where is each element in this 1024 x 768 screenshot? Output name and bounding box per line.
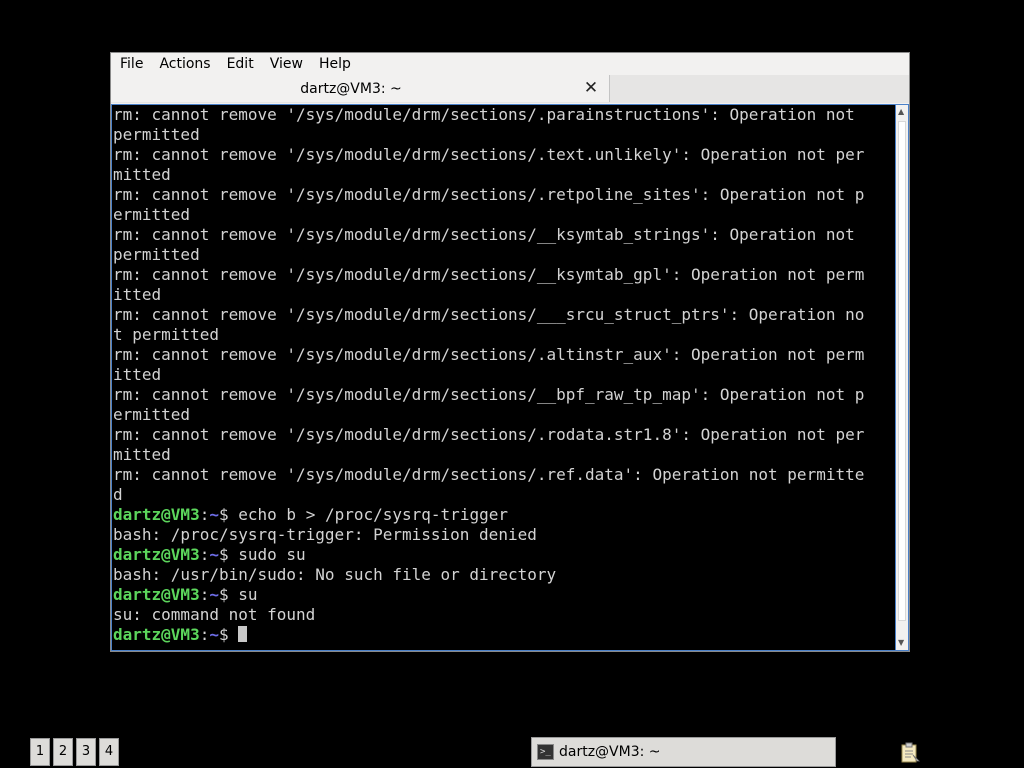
prompt-path: ~: [209, 585, 219, 604]
terminal-line: mitted: [113, 165, 171, 184]
tab-title: dartz@VM3: ~: [300, 81, 402, 97]
terminal-output: rm: cannot remove '/sys/module/drm/secti…: [113, 105, 864, 645]
terminal-line: t permitted: [113, 325, 219, 344]
prompt-line: dartz@VM3:~$ sudo su: [113, 545, 306, 564]
text-cursor: [238, 626, 248, 642]
prompt-symbol: $: [218, 625, 229, 644]
terminal-line: rm: cannot remove '/sys/module/drm/secti…: [113, 385, 865, 404]
terminal-line: ermitted: [113, 405, 191, 424]
tab-terminal[interactable]: dartz@VM3: ~ ✕: [111, 75, 610, 102]
prompt-user: dartz@VM3: [113, 505, 200, 524]
menu-view[interactable]: View: [261, 53, 310, 75]
terminal-window: File Actions Edit View Help dartz@VM3: ~…: [110, 52, 910, 652]
terminal-line: bash: /usr/bin/sudo: No such file or dir…: [113, 565, 557, 584]
prompt-symbol: $: [218, 545, 229, 564]
terminal-line: rm: cannot remove '/sys/module/drm/secti…: [113, 345, 865, 364]
terminal-line: rm: cannot remove '/sys/module/drm/secti…: [113, 425, 865, 444]
scroll-up-icon[interactable]: ▲: [898, 107, 904, 117]
prompt-user: dartz@VM3: [113, 585, 200, 604]
terminal-line: rm: cannot remove '/sys/module/drm/secti…: [113, 105, 855, 124]
scrollbar-thumb[interactable]: [898, 121, 906, 621]
terminal-line: rm: cannot remove '/sys/module/drm/secti…: [113, 185, 865, 204]
workspace-1-button[interactable]: 1: [30, 738, 50, 766]
terminal-line: d: [113, 485, 123, 504]
prompt-command: echo b > /proc/sysrq-trigger: [228, 505, 508, 524]
terminal-line: rm: cannot remove '/sys/module/drm/secti…: [113, 465, 865, 484]
workspace-3-button[interactable]: 3: [76, 738, 96, 766]
scrollbar[interactable]: ▲ ▼: [896, 104, 909, 651]
terminal-line: su: command not found: [113, 605, 316, 624]
taskbar-window-label: dartz@VM3: ~: [559, 744, 661, 760]
menu-edit[interactable]: Edit: [218, 53, 261, 75]
workspace-2-button[interactable]: 2: [53, 738, 73, 766]
terminal-line: rm: cannot remove '/sys/module/drm/secti…: [113, 145, 865, 164]
prompt-line: dartz@VM3:~$ su: [113, 585, 258, 604]
prompt-path: ~: [209, 545, 219, 564]
terminal-line: permitted: [113, 125, 200, 144]
taskbar: 1 2 3 4 >_ dartz@VM3: ~: [0, 736, 1024, 768]
menubar: File Actions Edit View Help: [111, 53, 909, 75]
prompt-user: dartz@VM3: [113, 545, 200, 564]
terminal-line: rm: cannot remove '/sys/module/drm/secti…: [113, 305, 865, 324]
terminal-line: itted: [113, 365, 162, 384]
clipboard-icon[interactable]: [900, 742, 920, 763]
prompt-path: ~: [209, 625, 219, 644]
workspace-4-button[interactable]: 4: [99, 738, 119, 766]
prompt-symbol: $: [218, 585, 229, 604]
menu-actions[interactable]: Actions: [150, 53, 217, 75]
terminal-view[interactable]: rm: cannot remove '/sys/module/drm/secti…: [111, 104, 896, 651]
prompt-command: [229, 625, 239, 644]
menu-file[interactable]: File: [111, 53, 150, 75]
prompt-line: dartz@VM3:~$: [113, 625, 864, 645]
scroll-down-icon[interactable]: ▼: [898, 638, 904, 648]
prompt-path: ~: [209, 505, 219, 524]
terminal-line: rm: cannot remove '/sys/module/drm/secti…: [113, 265, 865, 284]
menu-help[interactable]: Help: [310, 53, 358, 75]
terminal-line: permitted: [113, 245, 200, 264]
close-icon[interactable]: ✕: [581, 78, 601, 98]
terminal-line: ermitted: [113, 205, 191, 224]
terminal-line: itted: [113, 285, 162, 304]
taskbar-window-button[interactable]: >_ dartz@VM3: ~: [531, 737, 836, 767]
terminal-line: rm: cannot remove '/sys/module/drm/secti…: [113, 225, 855, 244]
prompt-symbol: $: [218, 505, 229, 524]
prompt-line: dartz@VM3:~$ echo b > /proc/sysrq-trigge…: [113, 505, 508, 524]
terminal-line: mitted: [113, 445, 171, 464]
prompt-command: sudo su: [228, 545, 306, 564]
prompt-user: dartz@VM3: [113, 625, 200, 644]
prompt-command: su: [228, 585, 258, 604]
terminal-line: bash: /proc/sysrq-trigger: Permission de…: [113, 525, 537, 544]
terminal-icon: >_: [537, 744, 554, 760]
tab-bar: dartz@VM3: ~ ✕: [111, 75, 909, 103]
